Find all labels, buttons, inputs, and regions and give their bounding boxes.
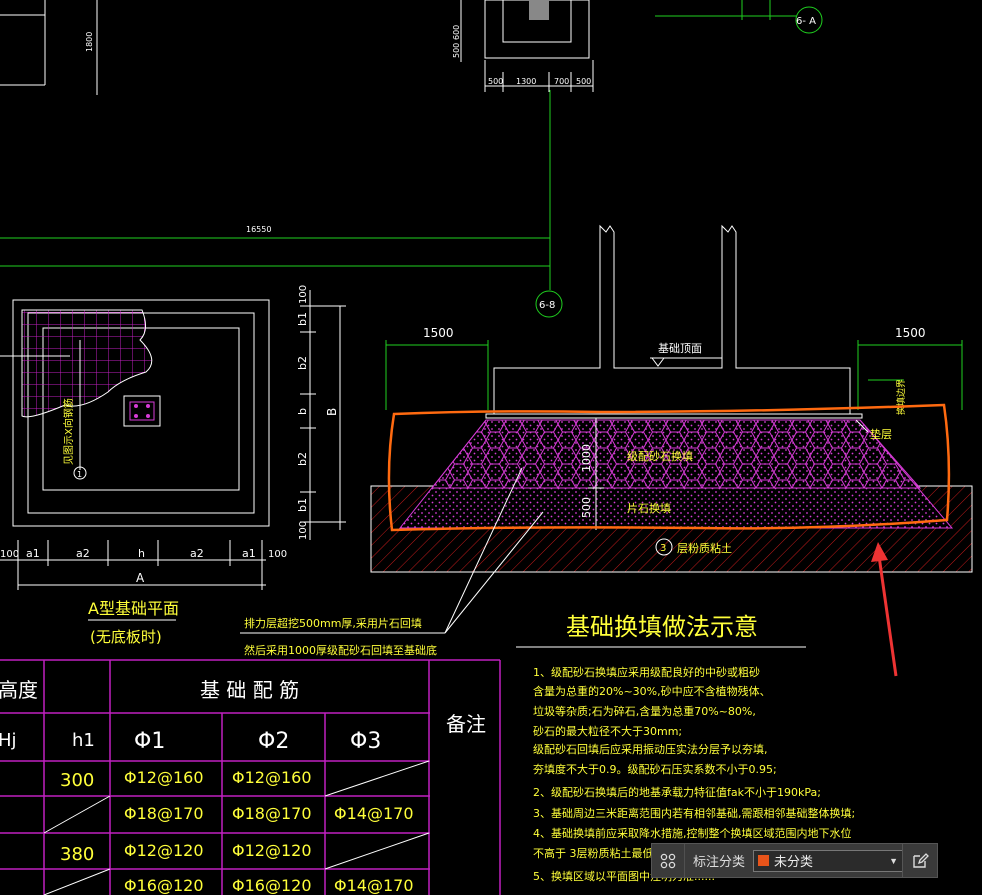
svg-text:1、级配砂石换填应采用级配良好的中砂或粗砂: 1、级配砂石换填应采用级配良好的中砂或粗砂 — [533, 665, 760, 679]
svg-text:备注: 备注 — [446, 712, 486, 736]
dim-left-1500: 1500 — [423, 326, 454, 340]
dim-500a: 500 — [488, 77, 503, 86]
dim-1300: 1300 — [516, 77, 536, 86]
svg-text:高度: 高度 — [0, 678, 38, 702]
rebar-table: 高度 基 础 配 筋 备注 Hj h1 Φ1 Φ2 Φ3 300 Φ12@160… — [0, 659, 501, 895]
svg-text:a1: a1 — [242, 547, 256, 560]
svg-text:Φ18@170: Φ18@170 — [124, 804, 204, 823]
svg-text:夯填度不大于0.9。级配砂石压实系数不小于0.95;: 夯填度不大于0.9。级配砂石压实系数不小于0.95; — [533, 762, 777, 776]
svg-text:Φ14@170: Φ14@170 — [334, 804, 414, 823]
plan-label-x-rebar: 见图示X向钢筋 — [62, 398, 75, 465]
svg-text:B: B — [325, 408, 339, 416]
svg-text:2、级配砂石换填后的地基承载力特征值fak不小于190kPa: 2、级配砂石换填后的地基承载力特征值fak不小于190kPa; — [533, 785, 821, 799]
plan-subtitle: (无底板时) — [90, 628, 162, 646]
top-column-detail: 500 600 500 1300 700 500 — [452, 0, 594, 92]
dim-700: 700 — [554, 77, 569, 86]
note-2: 然后采用1000厚级配砂石回填至基础底 — [244, 643, 437, 657]
svg-text:垃圾等杂质;石为碎石,含量为总重70%~80%,: 垃圾等杂质;石为碎石,含量为总重70%~80%, — [533, 704, 756, 718]
category-color-swatch — [758, 855, 770, 866]
note-1: 排力层超挖500mm厚,采用片石回填 — [244, 616, 422, 630]
svg-text:砂石的最大粒径不大于30mm;: 砂石的最大粒径不大于30mm; — [533, 724, 682, 738]
svg-text:Φ12@120: Φ12@120 — [124, 841, 204, 860]
svg-text:100: 100 — [298, 285, 309, 304]
svg-text:100: 100 — [268, 549, 287, 560]
dim-16550: 16550 — [246, 225, 271, 234]
svg-text:a1: a1 — [26, 547, 40, 560]
svg-text:b1: b1 — [296, 312, 309, 326]
dim-500b: 500 — [576, 77, 591, 86]
grid-icon[interactable] — [652, 844, 685, 877]
svg-text:4、基础换填前应采取降水措施,控制整个换填区域范围内地下水位: 4、基础换填前应采取降水措施,控制整个换填区域范围内地下水位 — [533, 826, 852, 840]
svg-text:3、基础周边三米距离范围内若有相邻基础,需跟相邻基础整体换填: 3、基础周边三米距离范围内若有相邻基础,需跟相邻基础整体换填; — [533, 806, 855, 820]
svg-text:Φ3: Φ3 — [350, 729, 381, 754]
category-select-value: 未分类 — [774, 854, 814, 869]
svg-text:3: 3 — [660, 543, 666, 554]
svg-text:600: 600 — [452, 25, 461, 40]
svg-text:500: 500 — [580, 497, 593, 518]
cad-viewer[interactable]: 1800 500 600 500 1300 700 500 6- A 6-8 1… — [0, 0, 982, 895]
svg-text:Φ16@120: Φ16@120 — [232, 876, 312, 895]
svg-text:Φ12@160: Φ12@160 — [232, 768, 312, 787]
svg-text:A: A — [136, 571, 145, 585]
svg-text:Φ2: Φ2 — [258, 729, 289, 754]
svg-text:b2: b2 — [296, 452, 309, 466]
svg-text:不高于 3层粉质粘土最低...: 不高于 3层粉质粘土最低... — [533, 846, 664, 860]
svg-text:a2: a2 — [76, 547, 90, 560]
svg-text:300: 300 — [60, 770, 94, 791]
section-title: 基础换填做法示意 — [566, 613, 758, 641]
svg-text:1: 1 — [77, 470, 82, 479]
label-foundation-top: 基础顶面 — [658, 342, 702, 355]
svg-text:100: 100 — [298, 521, 309, 540]
svg-text:Φ1: Φ1 — [134, 729, 165, 754]
svg-text:Φ12@160: Φ12@160 — [124, 768, 204, 787]
plan-a-type: 1 见图示X向钢筋 100 a1 a2 h a2 a1 100 A 100 b1… — [0, 285, 346, 646]
svg-text:基 础 配 筋: 基 础 配 筋 — [200, 678, 299, 702]
edit-icon[interactable] — [902, 843, 938, 878]
label-cushion: 垫层 — [870, 427, 892, 441]
svg-text:Φ16@120: Φ16@120 — [124, 876, 204, 895]
svg-text:a2: a2 — [190, 547, 204, 560]
section-replacement: 基础顶面 1500 1500 换填边界 1000 500 级配砂石换填 片石换填… — [370, 224, 973, 677]
annotation-toolbar: 标注分类 未分类 ▼ — [651, 843, 938, 878]
label-graded-gravel: 级配砂石换填 — [627, 449, 693, 463]
dim-1800: 1800 — [85, 32, 94, 52]
svg-text:Hj: Hj — [0, 730, 17, 751]
svg-text:h: h — [138, 547, 145, 560]
dim-right-1500: 1500 — [895, 326, 926, 340]
chevron-down-icon: ▼ — [889, 855, 899, 866]
svg-text:b: b — [296, 408, 309, 415]
grid-axes: 6- A 6-8 16550 — [0, 0, 823, 318]
drawing-canvas[interactable]: 1800 500 600 500 1300 700 500 6- A 6-8 1… — [0, 0, 982, 895]
svg-text:Φ12@120: Φ12@120 — [232, 841, 312, 860]
svg-text:1000: 1000 — [580, 444, 593, 472]
axis-label-6a: 6- A — [796, 16, 816, 27]
label-rubble: 片石换填 — [627, 501, 671, 515]
svg-text:级配砂石回填后应采用振动压实法分层予以夯填,: 级配砂石回填后应采用振动压实法分层予以夯填, — [533, 742, 768, 756]
svg-text:Φ14@170: Φ14@170 — [334, 876, 414, 895]
svg-text:500: 500 — [452, 43, 461, 58]
top-left-fragment: 1800 — [0, 0, 98, 95]
svg-text:h1: h1 — [72, 730, 95, 751]
label-side: 换填边界 — [895, 379, 907, 415]
svg-text:b2: b2 — [296, 356, 309, 370]
svg-text:380: 380 — [60, 844, 94, 865]
label-silty-clay: 层粉质粘土 — [677, 541, 732, 555]
svg-text:含量为总重的20%~30%,砂中应不含植物残体、: 含量为总重的20%~30%,砂中应不含植物残体、 — [533, 684, 771, 698]
plan-title: A型基础平面 — [88, 599, 179, 618]
svg-text:Φ18@170: Φ18@170 — [232, 804, 312, 823]
category-label: 标注分类 — [693, 854, 746, 869]
svg-text:100: 100 — [0, 549, 19, 560]
svg-text:b1: b1 — [296, 498, 309, 512]
category-select[interactable]: 未分类 ▼ — [753, 849, 904, 872]
axis-label-6b: 6-8 — [539, 300, 555, 311]
